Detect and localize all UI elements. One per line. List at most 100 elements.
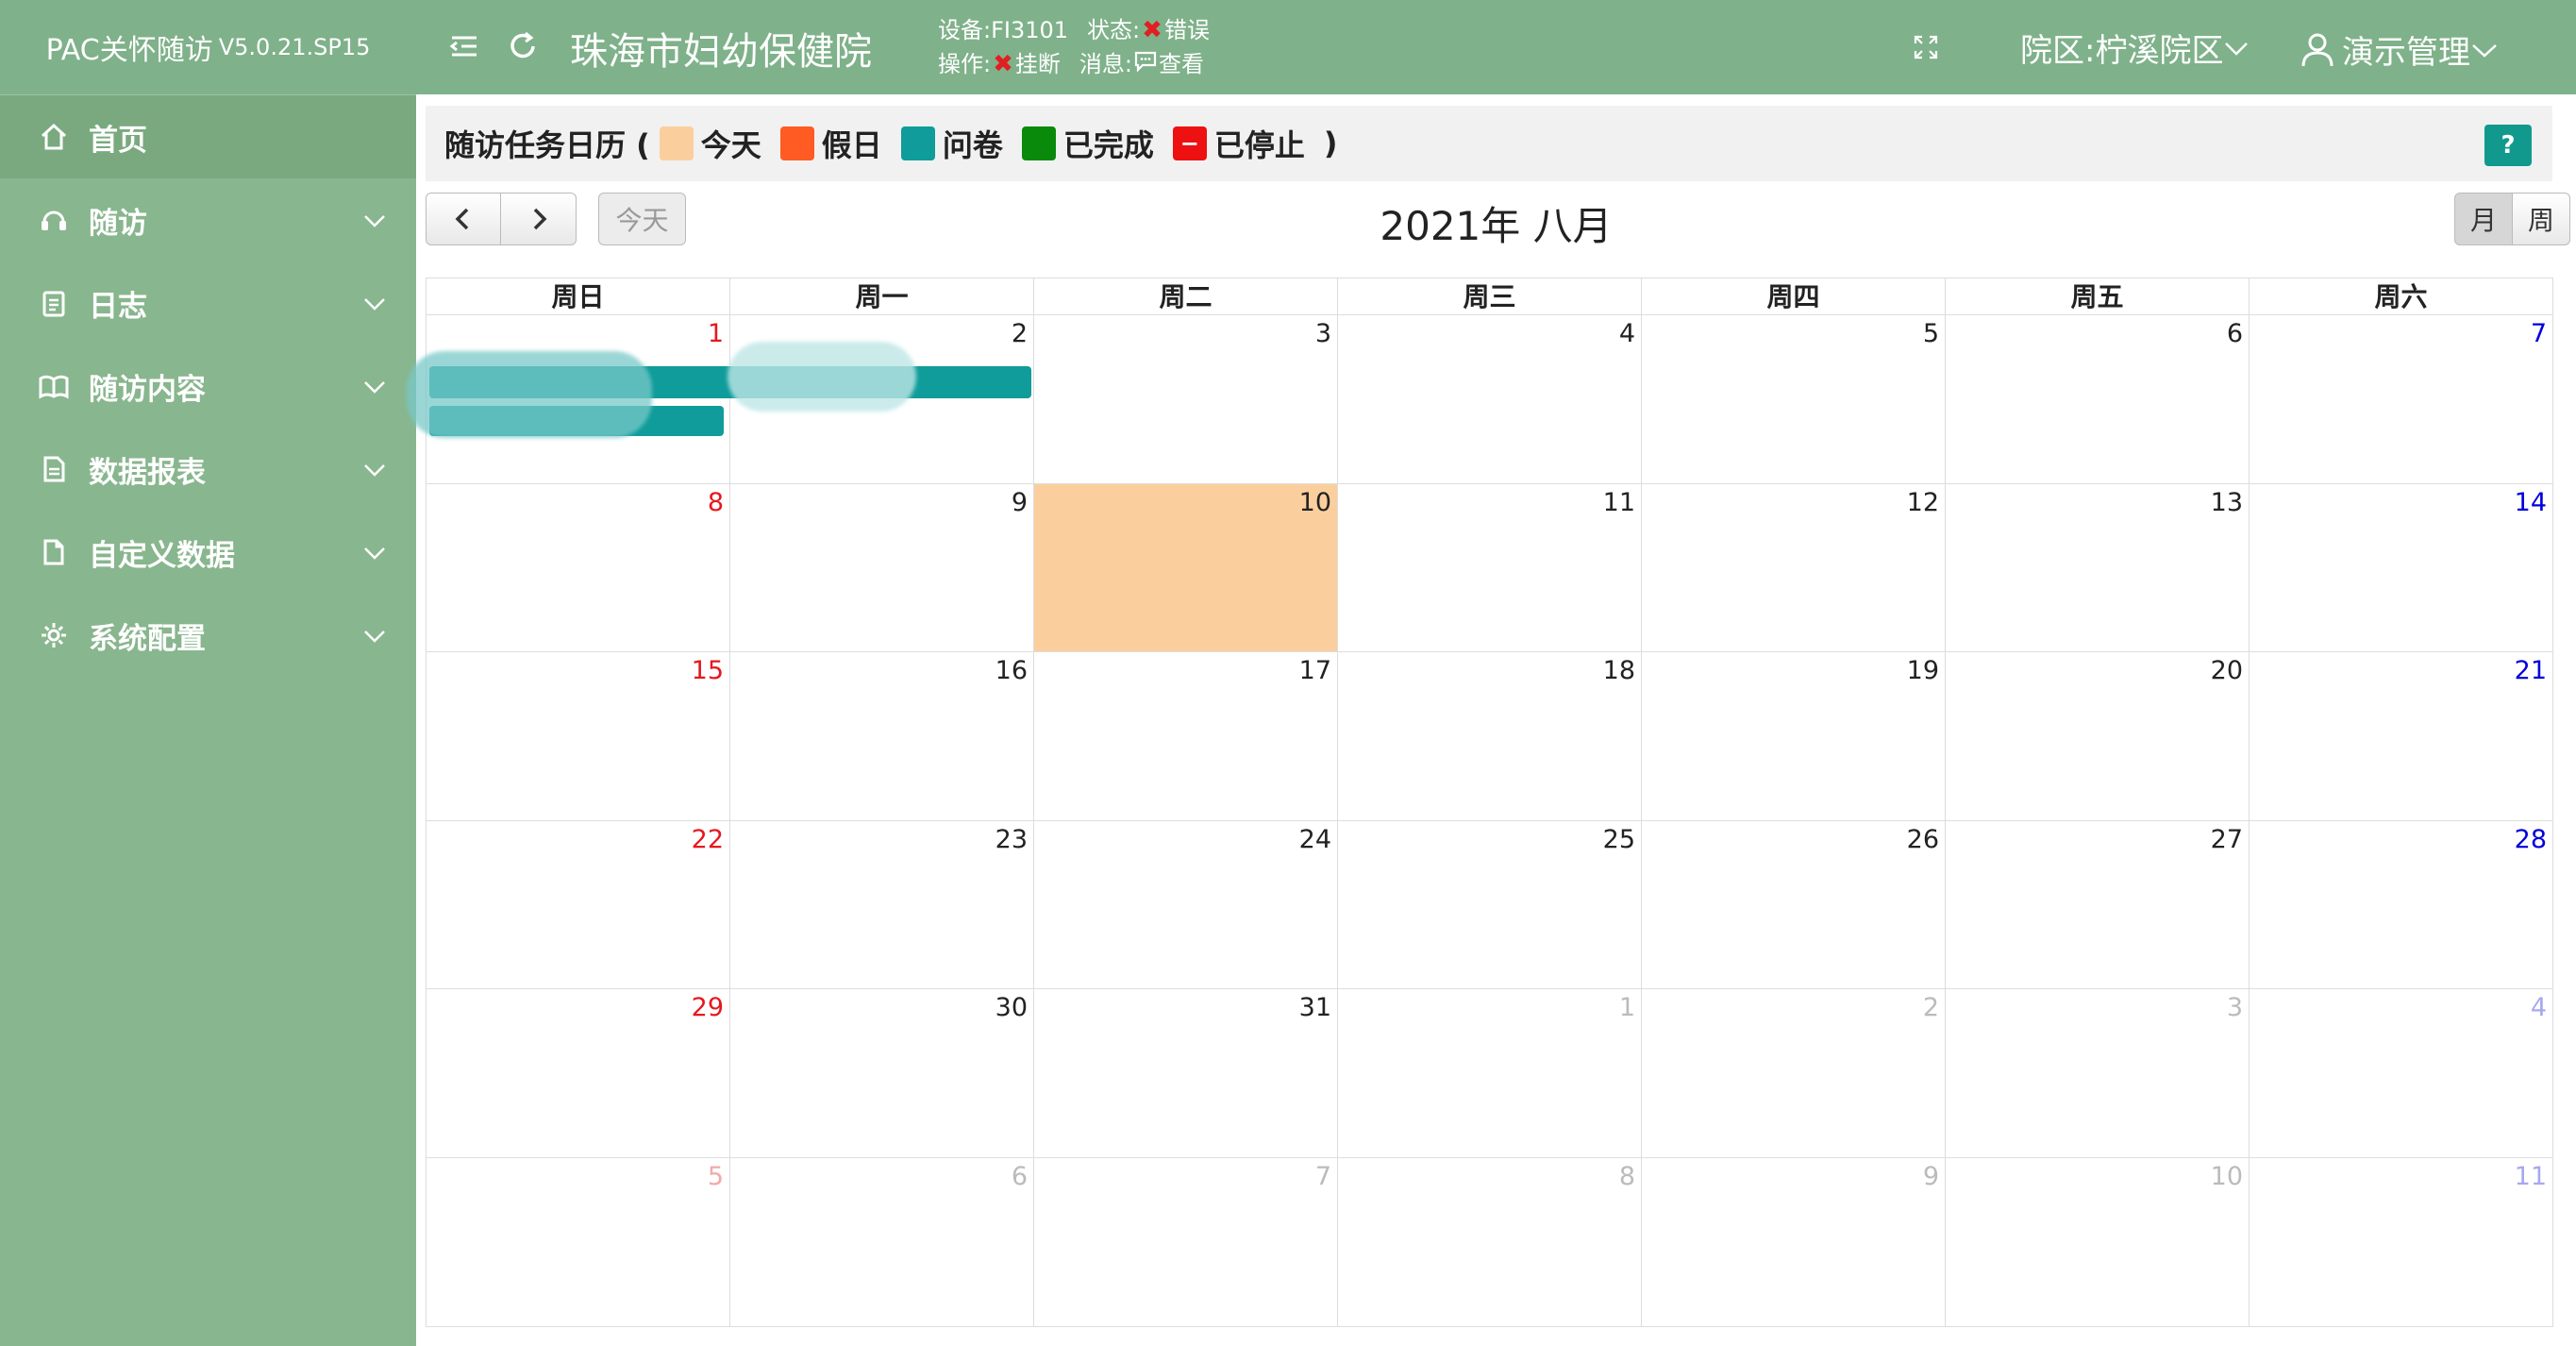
day-number: 6 [2226, 319, 2243, 348]
hangup-link[interactable]: 挂断 [1015, 47, 1061, 81]
user-icon [2301, 33, 2333, 66]
day-number: 15 [691, 656, 724, 686]
calendar-day[interactable]: 31 [1034, 989, 1338, 1158]
campus-selector[interactable]: 院区: 柠溪院区 [2020, 25, 2250, 71]
day-number: 8 [1618, 1161, 1635, 1191]
message-link[interactable]: 查看 [1159, 47, 1204, 81]
calendar-day[interactable]: 15 [426, 652, 730, 821]
day-number: 9 [1011, 487, 1028, 517]
calendar-day[interactable]: 9 [1642, 1157, 1946, 1327]
weekday-sun: 周日 [427, 278, 730, 314]
calendar-day-today[interactable]: 10 [1034, 483, 1338, 653]
legend-label: 假日 [821, 127, 882, 163]
sidebar-item-settings[interactable]: 系统配置 [0, 594, 416, 677]
calendar-day[interactable]: 24 [1034, 820, 1338, 990]
fullscreen-icon[interactable] [1913, 34, 1939, 60]
hospital-name: 珠海市妇幼保健院 [570, 30, 872, 74]
day-number: 4 [2530, 993, 2547, 1023]
calendar-day[interactable]: 5 [1642, 315, 1946, 484]
day-number: 2 [1011, 319, 1028, 348]
calendar-day[interactable]: 20 [1946, 652, 2250, 821]
calendar-day[interactable]: 26 [1642, 820, 1946, 990]
sidebar-item-label: 首页 [89, 123, 147, 158]
day-number: 8 [707, 487, 724, 517]
day-number: 30 [995, 993, 1028, 1023]
legend-title: 随访任务日历 ( [444, 127, 650, 163]
calendar-day[interactable]: 27 [1946, 820, 2250, 990]
calendar-day[interactable]: 6 [730, 1157, 1034, 1327]
day-number: 26 [1906, 824, 1939, 854]
calendar-day[interactable]: 21 [2250, 652, 2553, 821]
calendar-day[interactable]: 6 [1946, 315, 2250, 484]
month-view-button[interactable]: 月 [2454, 193, 2513, 245]
calendar-day[interactable]: 11 [1338, 483, 1642, 653]
legend-swatch [1021, 126, 1056, 160]
sidebar-item-custom-data[interactable]: 自定义数据 [0, 511, 416, 594]
calendar-day[interactable]: 11 [2250, 1157, 2553, 1327]
calendar-day[interactable]: 3 [1034, 315, 1338, 484]
sidebar-item-label: 系统配置 [89, 621, 206, 656]
calendar-day[interactable]: 12 [1642, 483, 1946, 653]
calendar-day[interactable]: 4 [1338, 315, 1642, 484]
day-number: 3 [1314, 319, 1331, 348]
calendar-day[interactable]: 9 [730, 483, 1034, 653]
day-number: 5 [707, 1161, 724, 1191]
menu-toggle-icon[interactable] [448, 30, 480, 62]
calendar-day[interactable]: 5 [426, 1157, 730, 1327]
sidebar-item-log[interactable]: 日志 [0, 261, 416, 345]
calendar-day[interactable]: 28 [2250, 820, 2553, 990]
sidebar-item-reports[interactable]: 数据报表 [0, 428, 416, 511]
home-icon [38, 121, 70, 153]
sidebar-item-content[interactable]: 随访内容 [0, 345, 416, 428]
day-number: 22 [691, 824, 724, 854]
calendar-day[interactable]: 18 [1338, 652, 1642, 821]
message-icon[interactable] [1134, 47, 1157, 81]
calendar-body: 1 2 3 4 5 6 7 8 9 10 11 12 13 14 15 16 1… [426, 315, 2553, 1327]
calendar-day[interactable]: 2 [1642, 989, 1946, 1158]
user-menu[interactable]: 演示管理 [2300, 26, 2499, 73]
calendar-day[interactable]: 22 [426, 820, 730, 990]
help-button[interactable]: ? [2484, 125, 2532, 166]
calendar-day[interactable]: 17 [1034, 652, 1338, 821]
calendar-day[interactable]: 29 [426, 989, 730, 1158]
day-number: 14 [2514, 487, 2547, 517]
calendar-week: 15 16 17 18 19 20 21 [426, 652, 2553, 821]
day-number: 4 [1618, 319, 1635, 348]
calendar-week: 5 6 7 8 9 10 11 [426, 1157, 2553, 1327]
sidebar-item-followup[interactable]: 随访 [0, 178, 416, 261]
calendar-day[interactable]: 1 [1338, 989, 1642, 1158]
sidebar-item-home[interactable]: 首页 [0, 95, 416, 178]
calendar-day[interactable]: 7 [1034, 1157, 1338, 1327]
chevron-down-icon [364, 215, 385, 227]
calendar-day[interactable]: 23 [730, 820, 1034, 990]
calendar-day[interactable]: 25 [1338, 820, 1642, 990]
refresh-icon[interactable] [507, 30, 539, 62]
calendar-day[interactable]: 8 [1338, 1157, 1642, 1327]
calendar-day[interactable]: 16 [730, 652, 1034, 821]
calendar-day[interactable]: 7 [2250, 315, 2553, 484]
calendar-day[interactable]: 13 [1946, 483, 2250, 653]
month-title: 2021年 八月 [1380, 203, 1613, 249]
calendar-week: 22 23 24 25 26 27 28 [426, 820, 2553, 990]
legend-completed: 已完成 [1003, 122, 1154, 165]
minus-icon: − [1172, 126, 1207, 160]
legend-label: 已完成 [1062, 127, 1154, 163]
day-number: 31 [1298, 993, 1331, 1023]
calendar-day[interactable]: 14 [2250, 483, 2553, 653]
week-view-button[interactable]: 周 [2512, 193, 2570, 245]
calendar-header: 周日 周一 周二 周三 周四 周五 周六 [426, 278, 2553, 315]
calendar-day[interactable]: 30 [730, 989, 1034, 1158]
day-number: 11 [2514, 1161, 2547, 1191]
calendar-day[interactable]: 4 [2250, 989, 2553, 1158]
operation-label: 操作: [938, 51, 992, 77]
legend-label: 已停止 [1213, 127, 1305, 163]
calendar-day[interactable]: 19 [1642, 652, 1946, 821]
day-number: 13 [2210, 487, 2243, 517]
calendar-day[interactable]: 8 [426, 483, 730, 653]
hangup-icon[interactable]: ✖ [993, 47, 1013, 81]
calendar-day[interactable]: 10 [1946, 1157, 2250, 1327]
weekday-sat: 周六 [2374, 281, 2428, 312]
campus-label: 院区: [2020, 32, 2096, 70]
brand: PAC关怀随访 V5.0.21.SP15 [0, 0, 416, 95]
calendar-day[interactable]: 3 [1946, 989, 2250, 1158]
